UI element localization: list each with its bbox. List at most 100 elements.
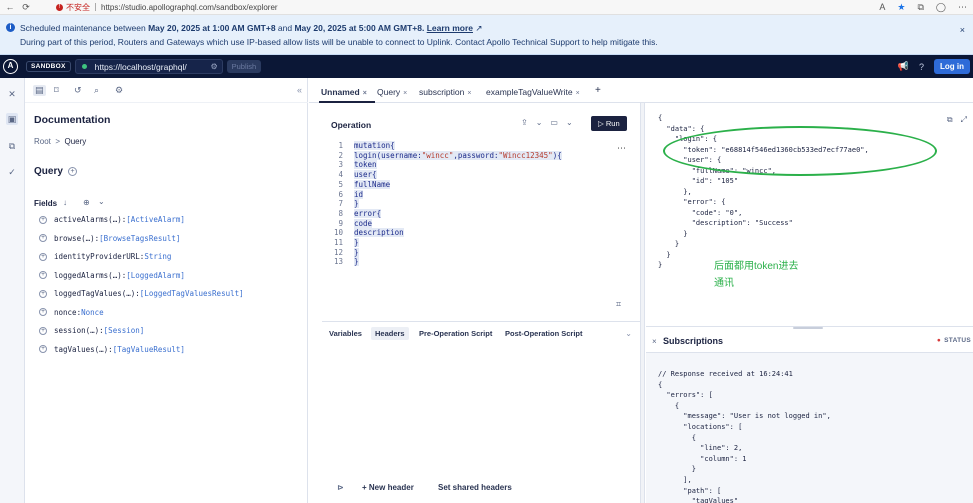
- help-icon[interactable]: ?: [919, 62, 924, 72]
- expand-icon[interactable]: ⤢: [961, 115, 967, 125]
- close-tab-icon[interactable]: ×: [467, 90, 471, 97]
- tab-variables[interactable]: Variables: [329, 329, 362, 338]
- connection-status-icon: [81, 64, 87, 69]
- add-field-icon[interactable]: +: [39, 326, 47, 335]
- explorer-icon[interactable]: ▣: [6, 113, 18, 125]
- chevron-down-icon[interactable]: ⌄: [566, 118, 573, 127]
- close-tab-icon[interactable]: ×: [576, 90, 580, 97]
- search-icon[interactable]: ⌕: [94, 85, 99, 96]
- warning-icon: !: [56, 3, 63, 11]
- close-icon[interactable]: ×: [652, 337, 657, 346]
- code-token: login(username:: [354, 150, 422, 160]
- response-actions: ⧉ ⤢: [947, 115, 967, 125]
- code-token: ){: [552, 150, 562, 160]
- new-tab-button[interactable]: +: [595, 85, 601, 96]
- add-field-icon[interactable]: +: [39, 252, 47, 261]
- token-highlight-annotation: [663, 126, 937, 176]
- headers-footer: ⊳ + New header Set shared headers: [322, 481, 640, 497]
- code-login-line: login(username:"wincc",password:"Wincc12…: [354, 150, 562, 160]
- field-row[interactable]: + identityProviderURL: String: [39, 252, 171, 261]
- add-field-icon[interactable]: +: [39, 215, 47, 224]
- learn-more-link[interactable]: Learn more: [427, 23, 473, 33]
- back-icon[interactable]: ←: [4, 2, 16, 12]
- field-row[interactable]: + loggedTagValues(…): [LoggedTagValuesRe…: [39, 289, 244, 298]
- gear-icon[interactable]: ⚙: [210, 62, 217, 71]
- schema-icon[interactable]: ⧉: [6, 140, 18, 152]
- chevron-down-icon[interactable]: ⌄: [536, 118, 543, 127]
- add-query-icon[interactable]: +: [68, 167, 77, 176]
- publish-button[interactable]: Publish: [226, 60, 262, 73]
- address-bar[interactable]: https://studio.apollographql.com/sandbox…: [101, 3, 278, 12]
- resize-handle[interactable]: [793, 327, 823, 329]
- tab-headers[interactable]: Headers: [371, 327, 409, 340]
- field-row[interactable]: + tagValues(…): [TagValueResult]: [39, 345, 185, 354]
- editor-divider[interactable]: [322, 321, 640, 322]
- endpoint-input[interactable]: https://localhost/graphql/ ⚙: [74, 59, 223, 74]
- extensions-icon[interactable]: ⧉: [917, 2, 923, 13]
- close-icon[interactable]: ×: [960, 25, 965, 35]
- panel-divider[interactable]: [640, 103, 645, 503]
- add-field-icon[interactable]: +: [39, 345, 47, 353]
- status-dot-icon: ●: [936, 337, 942, 344]
- tab-post-operation-script[interactable]: Post-Operation Script: [505, 329, 583, 338]
- divider: [95, 3, 96, 11]
- history-icon[interactable]: ↺: [74, 85, 82, 96]
- megaphone-icon[interactable]: 📢: [898, 61, 909, 72]
- menu-icon[interactable]: ⋯: [958, 2, 967, 13]
- more-options-icon[interactable]: ⋯: [617, 143, 626, 154]
- new-header-button[interactable]: + New header: [362, 483, 414, 492]
- sandbox-badge: SANDBOX: [26, 61, 71, 72]
- chevron-collapse-icon[interactable]: ⌄: [625, 329, 632, 338]
- app-header: A SANDBOX https://localhost/graphql/ ⚙ P…: [0, 55, 973, 78]
- add-field-icon[interactable]: +: [39, 234, 47, 242]
- tab-example-tag-value-write[interactable]: exampleTagValueWrite ×: [486, 87, 580, 97]
- tab-unnamed[interactable]: Unnamed ×: [321, 87, 367, 97]
- field-row[interactable]: + browse(…): [BrowseTagsResult]: [39, 234, 180, 243]
- copy-icon[interactable]: ⧉: [947, 115, 953, 125]
- breadcrumb-root[interactable]: Root: [34, 137, 51, 146]
- add-field-icon[interactable]: +: [39, 308, 47, 316]
- profile-icon[interactable]: ◯: [936, 2, 946, 13]
- add-all-icon[interactable]: ⊕: [83, 198, 90, 207]
- query-code[interactable]: mutation{ login(username:"wincc",passwor…: [354, 141, 562, 267]
- login-button[interactable]: Log in: [934, 59, 970, 74]
- bookmark-icon[interactable]: ⌑: [54, 85, 59, 96]
- font-size-icon[interactable]: A: [879, 2, 885, 13]
- tab-query[interactable]: Query ×: [377, 87, 407, 97]
- run-button[interactable]: ▷ Run: [591, 116, 627, 131]
- prettify-icon[interactable]: ⌗: [616, 299, 621, 310]
- field-row[interactable]: + session(…): [Session]: [39, 326, 144, 335]
- operation-actions: ⇪ ⌄ ▭ ⌄: [521, 118, 573, 127]
- save-icon[interactable]: ▭: [550, 118, 558, 127]
- add-field-icon[interactable]: +: [39, 289, 47, 298]
- status-badge: ● STATUS: [936, 337, 971, 344]
- tab-pre-operation-script[interactable]: Pre-Operation Script: [419, 329, 492, 338]
- operation-title: Operation: [331, 120, 372, 130]
- info-icon: i: [6, 23, 15, 32]
- close-tab-icon[interactable]: ×: [403, 90, 407, 97]
- reload-icon[interactable]: ⟳: [20, 2, 32, 13]
- chevron-down-icon[interactable]: ⌄: [98, 197, 105, 206]
- checks-icon[interactable]: ✓: [6, 166, 18, 178]
- field-row[interactable]: + activeAlarms(…): [ActiveAlarm]: [39, 215, 185, 224]
- code-string: "Wincc12345": [498, 150, 553, 160]
- headers-icon[interactable]: ⊳: [337, 483, 344, 492]
- subscription-response-json: // Response received at 16:24:41 { "erro…: [658, 370, 831, 503]
- graph-icon[interactable]: ✕: [6, 88, 18, 100]
- fields-heading: Fields: [34, 199, 58, 208]
- settings-icon[interactable]: ⚙: [115, 85, 123, 96]
- shared-headers-button[interactable]: Set shared headers: [438, 483, 512, 492]
- endpoint-url[interactable]: https://localhost/graphql/: [95, 62, 187, 72]
- close-tab-icon[interactable]: ×: [363, 90, 367, 97]
- share-icon[interactable]: ⇪: [521, 118, 528, 127]
- apollo-logo[interactable]: A: [3, 59, 18, 74]
- collapse-icon[interactable]: «: [297, 85, 302, 95]
- field-row[interactable]: + loggedAlarms(…): [LoggedAlarm]: [39, 271, 185, 280]
- sort-icon[interactable]: ↓: [63, 198, 67, 207]
- tab-subscription[interactable]: subscription ×: [419, 87, 471, 97]
- star-icon[interactable]: ★: [897, 2, 905, 13]
- field-row[interactable]: + nonce: Nonce: [39, 308, 104, 317]
- add-field-icon[interactable]: +: [39, 271, 47, 279]
- security-indicator[interactable]: ! 不安全: [56, 2, 90, 13]
- docs-icon[interactable]: ▤: [33, 85, 46, 96]
